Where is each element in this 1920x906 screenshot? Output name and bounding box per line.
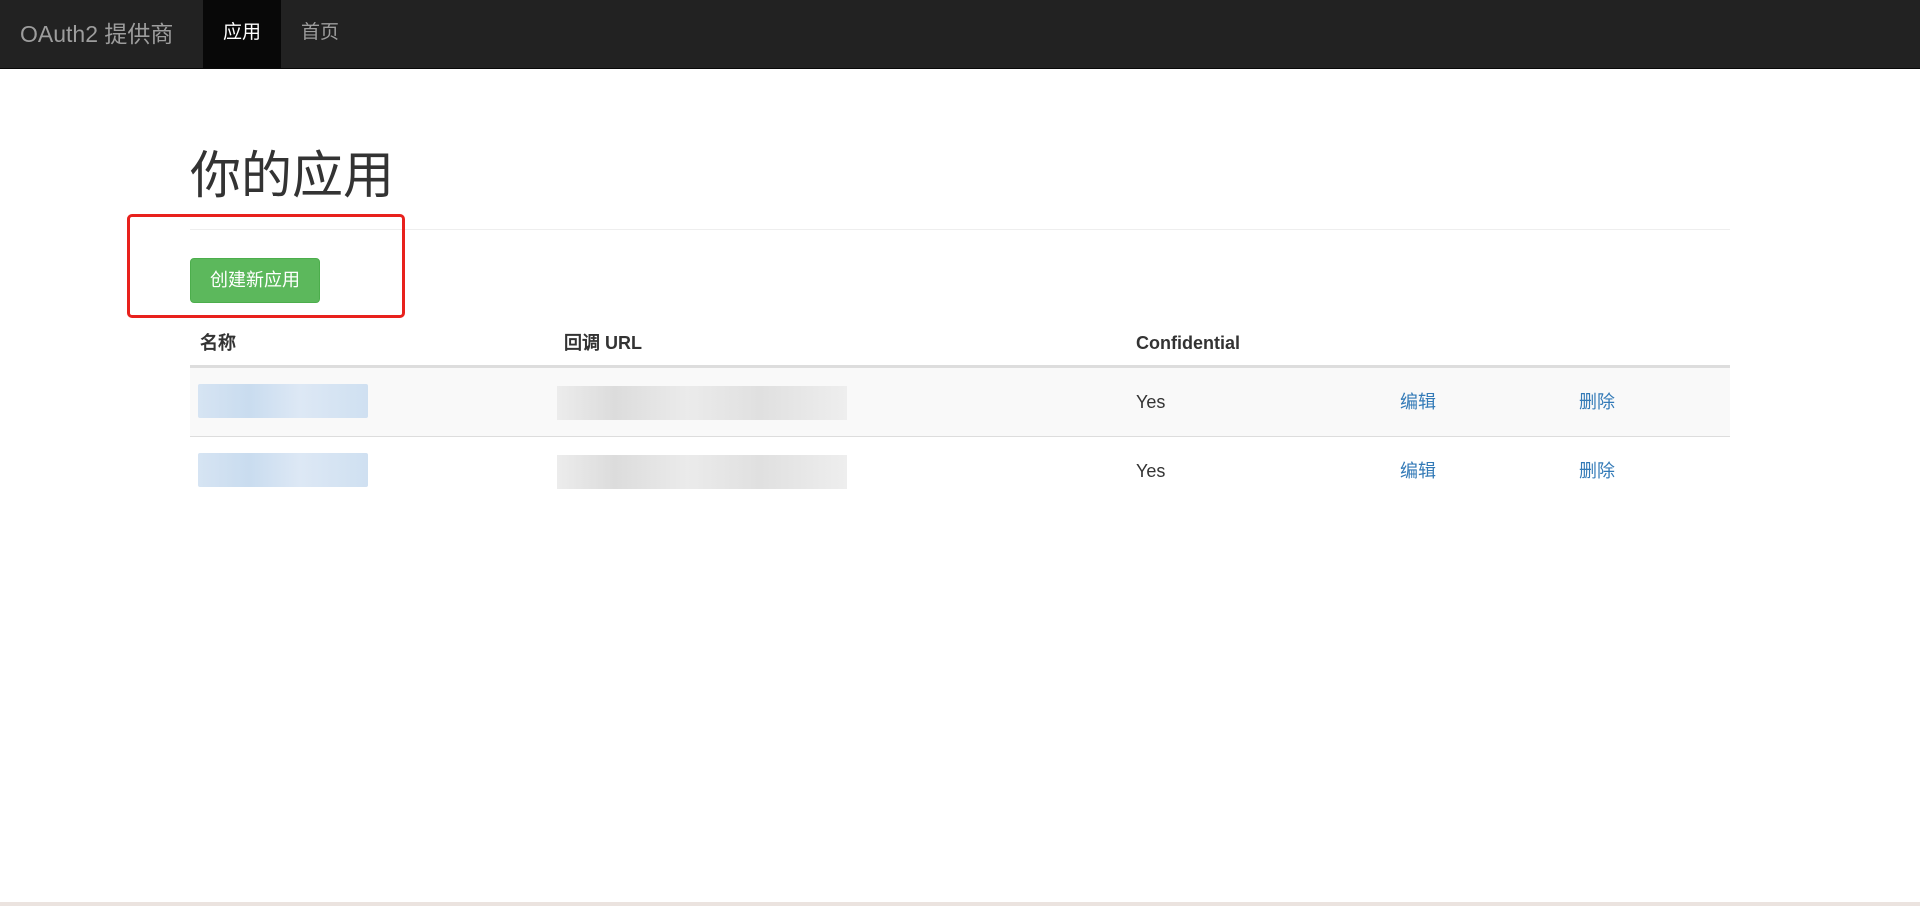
- edit-link[interactable]: 编辑: [1400, 437, 1436, 505]
- edit-link[interactable]: 编辑: [1400, 368, 1436, 436]
- confidential-value: Yes: [1136, 392, 1166, 412]
- page-title: 你的应用: [190, 147, 395, 204]
- table-row: Yes 编辑 删除: [190, 368, 1730, 436]
- confidential-value: Yes: [1136, 461, 1166, 481]
- callback-url-value: [557, 455, 847, 489]
- app-name-link[interactable]: [198, 453, 368, 487]
- column-header-confidential: Confidential: [1136, 333, 1240, 353]
- app-name-link[interactable]: [198, 384, 368, 418]
- delete-link[interactable]: 删除: [1579, 437, 1615, 505]
- navbar-brand[interactable]: OAuth2 提供商: [20, 0, 173, 69]
- title-divider: [190, 229, 1730, 230]
- nav-item-apps[interactable]: 应用: [203, 0, 281, 68]
- nav-item-home[interactable]: 首页: [281, 0, 359, 68]
- column-header-callback-url: 回调 URL: [564, 333, 642, 353]
- column-header-name: 名称: [200, 333, 236, 353]
- top-navbar: OAuth2 提供商 应用 首页: [0, 0, 1920, 69]
- table-row: Yes 编辑 删除: [190, 437, 1730, 505]
- window-bottom-edge: [0, 902, 1920, 906]
- callback-url-value: [557, 386, 847, 420]
- create-app-button[interactable]: 创建新应用: [190, 258, 320, 303]
- delete-link[interactable]: 删除: [1579, 368, 1615, 436]
